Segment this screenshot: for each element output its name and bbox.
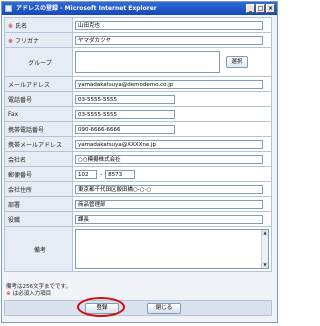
department-input[interactable]: 商品管理部 <box>75 199 263 209</box>
phone-input[interactable]: 03-5555-5555 <box>75 94 175 104</box>
row-name: ※ 氏名 山田克也 <box>4 17 272 33</box>
job-title-input[interactable]: 課長 <box>75 214 263 224</box>
furigana-label: フリガナ <box>15 37 40 45</box>
required-mark: ※ <box>8 22 14 30</box>
group-list[interactable] <box>75 51 220 73</box>
fax-label: Fax <box>8 110 19 118</box>
postal-label: 郵便番号 <box>8 171 33 179</box>
name-label: 氏名 <box>15 22 28 30</box>
mobile-email-label: 携帯メールアドレス <box>8 141 63 149</box>
group-label: グループ <box>28 59 52 67</box>
app-icon <box>5 5 12 12</box>
group-select-button[interactable]: 選択 <box>225 56 248 68</box>
memo-textarea[interactable]: ▲ ▼ <box>75 229 269 269</box>
fax-input[interactable]: 03-5555-5555 <box>75 109 175 119</box>
required-mark: ※ <box>6 291 11 297</box>
row-memo: 備考 ▲ ▼ <box>4 226 272 272</box>
mobile-email-input[interactable]: yamadakatsuya@XXXXne.jp <box>75 139 263 149</box>
address-input[interactable]: 東京都千代田区飯田橋○-○-○ <box>75 184 263 194</box>
minimize-button[interactable]: _ <box>246 4 255 13</box>
scroll-up-icon[interactable]: ▲ <box>262 230 268 236</box>
row-group: グループ 選択 <box>4 47 272 77</box>
window-controls: _ □ × <box>246 4 275 13</box>
email-input[interactable]: yamadakatsuya@demodemo.co.jp <box>75 79 263 89</box>
scroll-down-icon[interactable]: ▼ <box>262 262 268 268</box>
row-furigana: ※ フリガナ ヤマダカツヤ <box>4 32 272 48</box>
row-address: 会社住所 東京都千代田区飯田橋○-○-○ <box>4 181 272 197</box>
phone-label: 電話番号 <box>8 96 33 104</box>
address-label: 会社住所 <box>8 186 33 194</box>
required-mark: ※ <box>8 37 14 45</box>
department-label: 部署 <box>8 201 21 209</box>
row-company: 会社名 ○○模擬株式会社 <box>4 151 272 167</box>
memo-limit-note: 備考は256文字までです。 <box>6 284 71 290</box>
row-title: 役職 課長 <box>4 211 272 227</box>
company-input[interactable]: ○○模擬株式会社 <box>75 154 263 164</box>
form-notes: 備考は256文字までです。 ※ は必須入力項目 <box>6 284 71 298</box>
mobile-label: 携帯電話番号 <box>8 126 45 134</box>
postal-separator: - <box>100 170 103 178</box>
close-button[interactable]: 閉じる <box>147 303 181 314</box>
row-mobile: 携帯電話番号 090-6666-6666 <box>4 121 272 137</box>
required-note: ※ は必須入力項目 <box>6 291 71 298</box>
row-email: メールアドレス yamadakatsuya@demodemo.co.jp <box>4 76 272 92</box>
memo-label: 備考 <box>33 246 46 254</box>
row-mobile-email: 携帯メールアドレス yamadakatsuya@XXXXne.jp <box>4 136 272 152</box>
row-postal: 郵便番号 102-8573 <box>4 166 272 182</box>
row-department: 部署 商品管理部 <box>4 196 272 212</box>
window-title: アドレスの登録 - Microsoft Internet Explorer <box>16 5 157 12</box>
postal-code-1-input[interactable]: 102 <box>75 169 97 179</box>
name-input[interactable]: 山田克也 <box>75 20 263 30</box>
postal-code-2-input[interactable]: 8573 <box>105 169 136 179</box>
address-form: ※ 氏名 山田克也 ※ フリガナ ヤマダカツヤ グループ 選択 メールアドレス ya… <box>4 17 272 272</box>
memo-scrollbar[interactable]: ▲ ▼ <box>261 230 268 268</box>
close-window-button[interactable]: × <box>266 4 275 13</box>
maximize-button[interactable]: □ <box>256 4 265 13</box>
highlight-circle <box>77 297 125 317</box>
row-fax: Fax 03-5555-5555 <box>4 106 272 122</box>
button-bar: 登録 閉じる <box>4 300 272 316</box>
mobile-input[interactable]: 090-6666-6666 <box>75 124 175 134</box>
job-title-label: 役職 <box>8 216 21 224</box>
row-phone: 電話番号 03-5555-5555 <box>4 91 272 107</box>
required-note-text: は必須入力項目 <box>12 291 52 297</box>
furigana-input[interactable]: ヤマダカツヤ <box>75 35 263 45</box>
label-cell-name: ※ 氏名 <box>4 17 73 33</box>
company-label: 会社名 <box>8 156 27 164</box>
email-label: メールアドレス <box>8 81 51 89</box>
title-bar: アドレスの登録 - Microsoft Internet Explorer _ … <box>2 2 277 15</box>
